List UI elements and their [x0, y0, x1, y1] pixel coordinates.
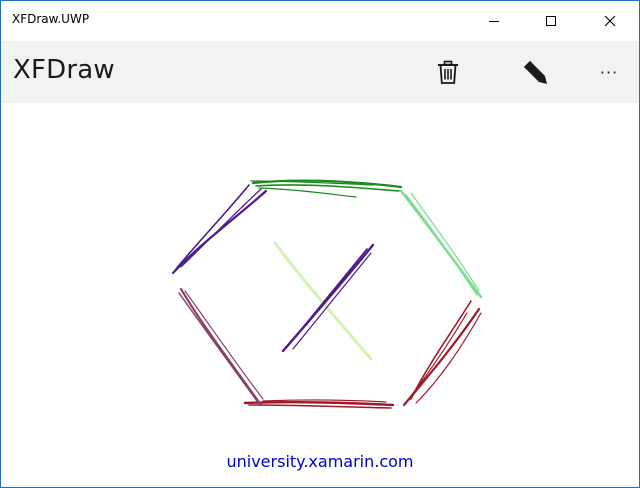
stroke-lower-right — [402, 300, 482, 407]
maximize-button[interactable] — [528, 1, 574, 41]
close-button[interactable] — [587, 1, 633, 41]
stroke-lower-left — [178, 287, 264, 407]
pen-icon — [524, 61, 547, 84]
minimize-button[interactable] — [471, 1, 517, 41]
command-bar: XFDraw ··· — [1, 41, 639, 103]
clear-button[interactable] — [424, 48, 472, 96]
stroke-bottom — [243, 399, 395, 409]
stroke-upper-left — [171, 184, 268, 275]
title-bar[interactable]: XFDraw.UWP — [1, 1, 639, 41]
minimize-icon — [489, 21, 499, 22]
close-icon — [604, 15, 616, 27]
sketch-strokes — [171, 179, 483, 409]
pen-button[interactable] — [511, 48, 559, 96]
window-title: XFDraw.UWP — [12, 12, 90, 26]
drawing-canvas[interactable] — [1, 103, 639, 487]
stroke-upper-right — [399, 189, 483, 299]
maximize-icon — [546, 16, 556, 26]
app-window: XFDraw.UWP XFDraw ··· university.xamarin… — [0, 0, 640, 488]
stroke-center-dark — [281, 243, 375, 353]
page-title: XFDraw — [13, 55, 115, 85]
stroke-center-light — [273, 241, 373, 361]
university-link[interactable]: university.xamarin.com — [1, 452, 639, 471]
more-button[interactable]: ··· — [585, 48, 633, 96]
trash-icon — [438, 60, 458, 84]
stroke-top — [250, 179, 403, 198]
